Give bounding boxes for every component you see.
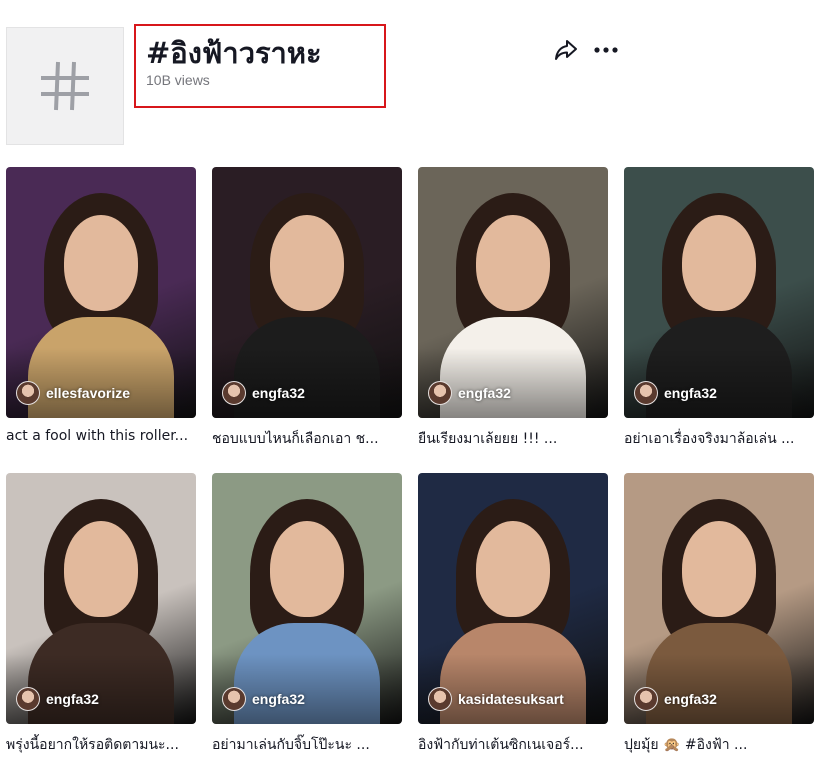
- video-thumbnail[interactable]: engfa32: [418, 167, 608, 418]
- share-button[interactable]: [553, 37, 579, 63]
- video-author[interactable]: engfa32: [634, 687, 717, 711]
- video-author[interactable]: engfa32: [222, 381, 305, 405]
- video-author[interactable]: kasidatesuksart: [428, 687, 564, 711]
- video-author[interactable]: ellesfavorize: [16, 381, 130, 405]
- video-author[interactable]: engfa32: [428, 381, 511, 405]
- thumbnail-figure-face: [64, 521, 138, 617]
- username[interactable]: ellesfavorize: [46, 385, 130, 401]
- video-card[interactable]: engfa32 ปุยมุ้ย 🙊 #อิงฟ้า ...: [624, 473, 814, 756]
- username[interactable]: engfa32: [252, 385, 305, 401]
- video-caption[interactable]: อิงฟ้ากับท่าเต้นซิกเนเจอร์...: [418, 734, 608, 756]
- video-thumbnail[interactable]: ellesfavorize: [6, 167, 196, 418]
- video-card[interactable]: engfa32 อย่าเอาเรื่องจริงมาล้อเล่น ...: [624, 167, 814, 450]
- thumbnail-figure-face: [682, 215, 756, 311]
- thumbnail-figure-face: [476, 215, 550, 311]
- thumbnail-figure-face: [270, 215, 344, 311]
- username[interactable]: engfa32: [252, 691, 305, 707]
- username[interactable]: engfa32: [46, 691, 99, 707]
- video-thumbnail[interactable]: engfa32: [624, 167, 814, 418]
- avatar[interactable]: [428, 381, 452, 405]
- thumbnail-figure-face: [476, 521, 550, 617]
- video-thumbnail[interactable]: engfa32: [624, 473, 814, 724]
- video-author[interactable]: engfa32: [634, 381, 717, 405]
- avatar[interactable]: [222, 687, 246, 711]
- thumbnail-figure-face: [682, 521, 756, 617]
- username[interactable]: engfa32: [664, 385, 717, 401]
- video-thumbnail[interactable]: engfa32: [6, 473, 196, 724]
- video-caption[interactable]: อย่าเอาเรื่องจริงมาล้อเล่น ...: [624, 428, 814, 450]
- avatar[interactable]: [222, 381, 246, 405]
- avatar[interactable]: [16, 687, 40, 711]
- hashtag-title: #อิงฟ้าวราหะ: [146, 36, 322, 70]
- video-caption[interactable]: ยืนเรียงมาเล้ยยย !!! ...: [418, 428, 608, 450]
- video-caption[interactable]: ชอบแบบไหนก็เลือกเอา ช...: [212, 428, 402, 450]
- hashtag-cover: [6, 27, 124, 145]
- more-options-button[interactable]: [592, 37, 620, 63]
- avatar[interactable]: [16, 381, 40, 405]
- username[interactable]: kasidatesuksart: [458, 691, 564, 707]
- video-caption[interactable]: อย่ามาเล่นกับจิ๊บโป๊ะนะ ...: [212, 734, 402, 756]
- video-caption[interactable]: พรุ่งนี้อยากให้รอติดตามนะ...: [6, 734, 196, 756]
- avatar[interactable]: [634, 687, 658, 711]
- video-card[interactable]: engfa32 ชอบแบบไหนก็เลือกเอา ช...: [212, 167, 402, 450]
- video-card[interactable]: ellesfavorize act a fool with this roller…: [6, 167, 196, 444]
- video-card[interactable]: kasidatesuksart อิงฟ้ากับท่าเต้นซิกเนเจอร…: [418, 473, 608, 756]
- view-count: 10B views: [146, 72, 210, 88]
- username[interactable]: engfa32: [458, 385, 511, 401]
- avatar[interactable]: [428, 687, 452, 711]
- video-card[interactable]: engfa32 ยืนเรียงมาเล้ยยย !!! ...: [418, 167, 608, 450]
- avatar[interactable]: [634, 381, 658, 405]
- username[interactable]: engfa32: [664, 691, 717, 707]
- share-icon: [555, 40, 577, 60]
- video-author[interactable]: engfa32: [16, 687, 99, 711]
- video-thumbnail[interactable]: kasidatesuksart: [418, 473, 608, 724]
- video-thumbnail[interactable]: engfa32: [212, 473, 402, 724]
- thumbnail-figure-face: [64, 215, 138, 311]
- hashtag-icon: [41, 61, 89, 111]
- more-dots-icon: [594, 47, 618, 53]
- video-author[interactable]: engfa32: [222, 687, 305, 711]
- thumbnail-figure-face: [270, 521, 344, 617]
- video-caption[interactable]: act a fool with this roller...: [6, 428, 196, 444]
- video-card[interactable]: engfa32 พรุ่งนี้อยากให้รอติดตามนะ...: [6, 473, 196, 756]
- video-card[interactable]: engfa32 อย่ามาเล่นกับจิ๊บโป๊ะนะ ...: [212, 473, 402, 756]
- video-thumbnail[interactable]: engfa32: [212, 167, 402, 418]
- video-caption[interactable]: ปุยมุ้ย 🙊 #อิงฟ้า ...: [624, 734, 814, 756]
